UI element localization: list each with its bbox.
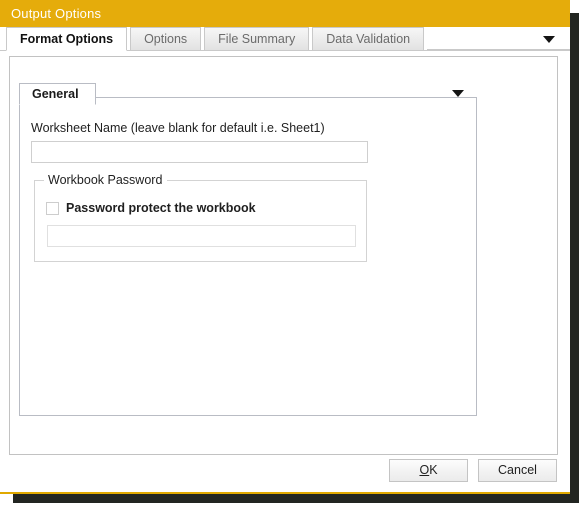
password-protect-checkbox-row[interactable]: Password protect the workbook [46, 201, 256, 215]
workbook-password-fieldset: Workbook Password Password protect the w… [34, 173, 367, 262]
tab-format-options-label: Format Options [20, 32, 114, 46]
ok-button-accelerator: O [419, 463, 430, 477]
ok-button[interactable]: OK [389, 459, 468, 482]
dialog-footer: OK Cancel [0, 459, 570, 492]
worksheet-name-label: Worksheet Name (leave blank for default … [31, 121, 325, 135]
tab-format-options[interactable]: Format Options [6, 27, 128, 51]
chevron-down-icon[interactable] [543, 36, 555, 43]
general-group-header: General [19, 83, 96, 105]
cancel-button-label: Cancel [498, 463, 537, 477]
tab-data-validation[interactable]: Data Validation [312, 27, 425, 50]
workbook-password-legend: Workbook Password [44, 173, 168, 187]
general-group-panel: General Worksheet Name (leave blank for … [19, 83, 477, 416]
cancel-button[interactable]: Cancel [478, 459, 557, 482]
tab-options-label: Options [144, 32, 188, 46]
worksheet-name-input[interactable] [31, 141, 368, 163]
ok-button-label: K [429, 463, 438, 477]
workbook-password-input[interactable] [47, 225, 356, 247]
dialog-titlebar: Output Options [0, 0, 570, 27]
dialog-title: Output Options [11, 6, 102, 21]
tab-file-summary[interactable]: File Summary [204, 27, 310, 50]
output-options-dialog: Output Options Format Options Options Fi… [0, 0, 570, 494]
tab-file-summary-label: File Summary [218, 32, 296, 46]
tab-data-validation-label: Data Validation [326, 32, 411, 46]
tabstrip: Format Options Options File Summary Data… [0, 27, 570, 51]
password-protect-label: Password protect the workbook [66, 201, 256, 215]
general-group-title[interactable]: General [19, 83, 96, 105]
chevron-down-icon[interactable] [452, 90, 464, 97]
format-options-panel: General Worksheet Name (leave blank for … [9, 56, 558, 455]
general-group-title-label: General [32, 87, 79, 101]
password-protect-checkbox[interactable] [46, 201, 59, 215]
window-shadow-mask [570, 0, 585, 509]
tab-options[interactable]: Options [130, 27, 202, 50]
